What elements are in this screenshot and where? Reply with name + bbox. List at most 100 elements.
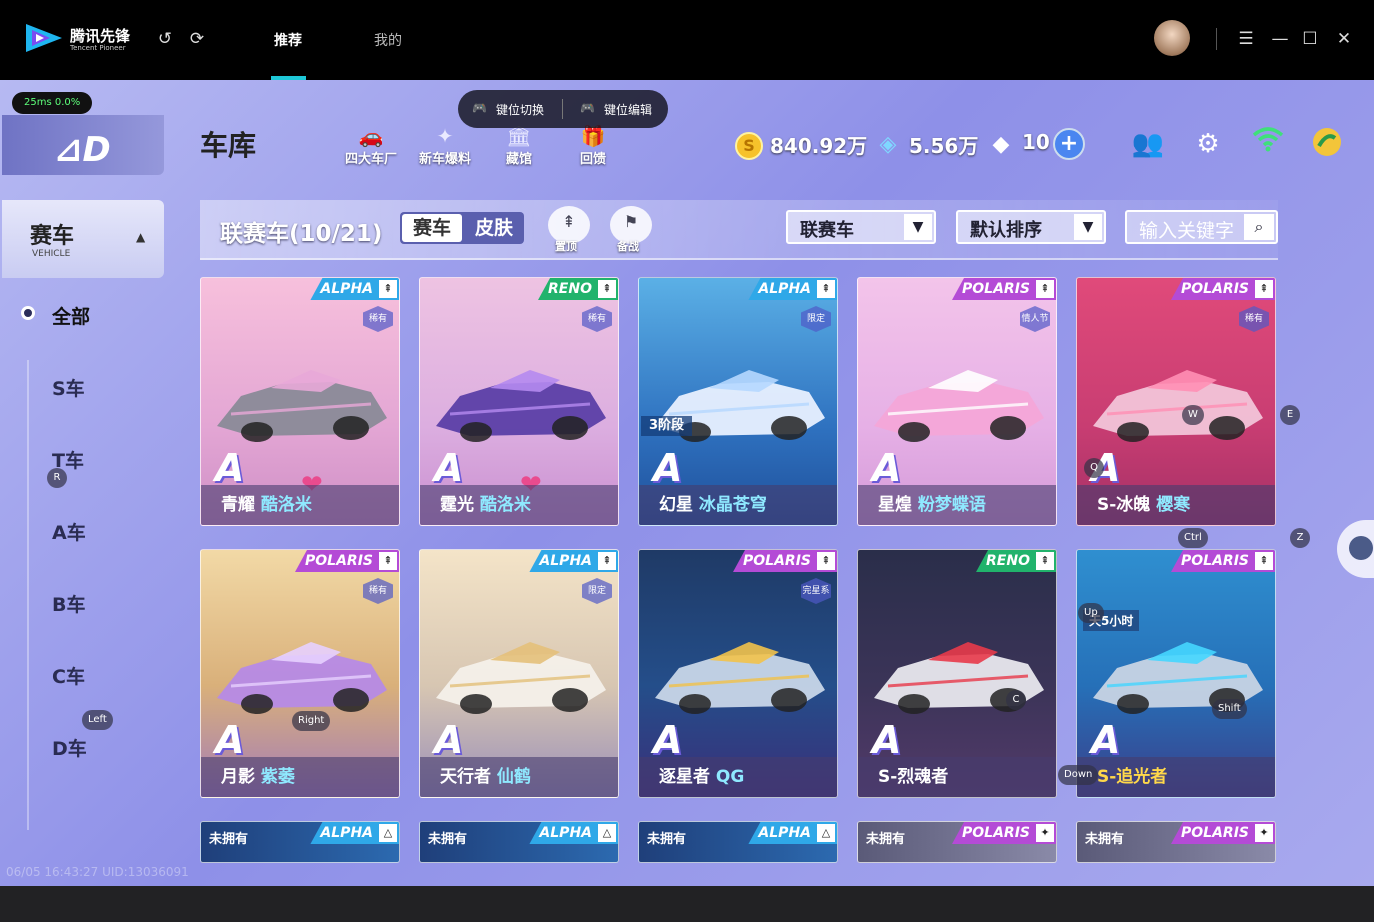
avatar[interactable] — [1154, 20, 1190, 56]
car-image — [436, 642, 606, 714]
sidebar-item-all[interactable]: 全部 — [52, 302, 90, 329]
sidebar-item-d[interactable]: D车 — [52, 734, 87, 761]
car-image — [874, 370, 1044, 442]
car-card[interactable]: POLARIS ⇞ 完星系列 A 逐星者 QG — [638, 549, 838, 798]
car-card[interactable]: ALPHA ⇞ 限定 3阶段 A 幻星 冰晶苍穹 — [638, 277, 838, 526]
pin-icon[interactable]: ⇞ — [379, 280, 397, 298]
divider — [1216, 28, 1217, 50]
car-card[interactable]: RENO⇞稀有A❤霆光 酷洛米 — [419, 277, 619, 526]
pin-icon[interactable]: ⇞ — [598, 552, 616, 570]
category-vehicle[interactable]: 赛车 VEHICLE ▲ — [2, 200, 164, 278]
not-owned-label: 未拥有 — [1085, 832, 1125, 847]
pin-icon[interactable]: ⇞ — [1255, 280, 1273, 298]
car-name-bar: S-追光者 — [1077, 757, 1275, 797]
league-count-title: 联赛车(10/21) — [220, 221, 383, 247]
collapse-arrow-icon[interactable]: ▲ — [136, 230, 145, 244]
key-hint-ctrl: Ctrl — [1178, 528, 1208, 548]
rarity-badge: 限定 — [801, 306, 831, 332]
key-hint-e: E — [1280, 405, 1300, 425]
brand-emblem-icon: △ — [817, 824, 835, 842]
segment-vehicle[interactable]: 赛车 — [402, 214, 462, 242]
car-name-bar: 幻星 冰晶苍穹 — [639, 485, 837, 525]
rank-a-icon: A — [434, 446, 464, 490]
search-icon[interactable]: ⌕ — [1244, 214, 1274, 240]
pin-icon[interactable]: ⇞ — [817, 552, 835, 570]
key-switch-button[interactable]: 键位切换 — [496, 101, 544, 118]
coin-icon: S — [735, 132, 763, 160]
sort-dropdown[interactable]: 默认排序 ▼ — [956, 210, 1106, 244]
pin-icon[interactable]: ⇞ — [1255, 552, 1273, 570]
side-drawer-handle[interactable] — [1337, 520, 1374, 578]
rarity-badge: 稀有 — [582, 306, 612, 332]
car-card[interactable]: POLARIS ⇞ 天5小时 A S-追光者 — [1076, 549, 1276, 798]
key-mapping-bar: 🎮 键位切换 🎮 键位编辑 — [458, 90, 668, 128]
segment-skin[interactable]: 皮肤 — [466, 214, 522, 242]
close-icon[interactable]: ✕ — [1334, 28, 1354, 50]
car-card[interactable]: ALPHA⇞稀有A❤青耀 酷洛米 — [200, 277, 400, 526]
tab-recommend[interactable]: 推荐 — [274, 30, 302, 50]
car-card[interactable]: 未拥有 POLARIS ✦ — [1076, 821, 1276, 863]
sidebar-item-b[interactable]: B车 — [52, 590, 85, 617]
latency-badge: 25ms 0.0% — [12, 92, 93, 114]
nav-new-car[interactable]: ✦ 新车爆料 — [412, 124, 478, 170]
pin-icon[interactable]: ⇞ — [1036, 552, 1054, 570]
add-currency-button[interactable]: + — [1053, 128, 1085, 160]
friends-mail-icon[interactable]: 👥 — [1130, 126, 1166, 162]
refresh-icon[interactable]: ⟳ — [188, 30, 206, 48]
sidebar-item-c[interactable]: C车 — [52, 662, 85, 689]
car-card[interactable]: POLARIS ⇞ 稀有 A S-冰魄 樱寒 — [1076, 277, 1276, 526]
car-name: S-烈魂者 — [878, 767, 949, 787]
rarity-badge: 稀有 — [363, 578, 393, 604]
car-card[interactable]: RENO ⇞ A S-烈魂者 — [857, 549, 1057, 798]
car-card[interactable]: 未拥有 POLARIS ✦ — [857, 821, 1057, 863]
skin-name: 樱寒 — [1156, 495, 1191, 515]
not-owned-label: 未拥有 — [209, 832, 249, 847]
app-subtitle: Tencent Pioneer — [70, 44, 126, 52]
brand-emblem-icon: △ — [379, 824, 397, 842]
filter-bar: 联赛车(10/21) 赛车 皮肤 ⇞ 置顶 ⚑ 备战 联赛车 ▼ 默认排序 ▼ … — [200, 200, 1278, 260]
gamepad-icon: 🎮 — [580, 101, 595, 115]
selected-dot-icon — [21, 306, 35, 320]
nav-museum-label: 藏馆 — [505, 152, 532, 167]
voucher-icon: ◈ — [879, 132, 897, 157]
car-name: S-冰魄 — [1097, 495, 1151, 515]
car-card[interactable]: POLARIS ⇞ 稀有 A 月影 紫萎 — [200, 549, 400, 798]
chevron-down-icon: ▼ — [904, 214, 932, 240]
sidebar-item-s[interactable]: S车 — [52, 374, 85, 401]
hex-icon — [1349, 536, 1373, 560]
key-hint-c: C — [1006, 690, 1026, 710]
car-image — [655, 642, 825, 714]
gear-icon[interactable]: ⚙ — [1190, 126, 1226, 162]
car-card[interactable]: POLARIS ⇞ 情人节 A 星煌 粉梦蝶语 — [857, 277, 1057, 526]
wifi-icon[interactable] — [1250, 126, 1286, 162]
sidebar-item-a[interactable]: A车 — [52, 518, 86, 545]
nav-feedback[interactable]: 🎁 回馈 — [560, 124, 626, 170]
pin-icon[interactable]: ⇞ — [379, 552, 397, 570]
skin-name: 酷洛米 — [260, 495, 312, 515]
menu-icon[interactable]: ☰ — [1236, 28, 1256, 50]
key-hint-up: Up — [1078, 603, 1104, 623]
session-watermark: 06/05 16:43:27 UID:13036091 — [6, 865, 189, 879]
tencent-pioneer-logo — [26, 24, 62, 52]
tab-mine[interactable]: 我的 — [374, 30, 402, 50]
undo-icon[interactable]: ↺ — [156, 30, 174, 48]
nav-museum[interactable]: 🏛 藏馆 — [486, 124, 552, 170]
pin-icon[interactable]: ⇞ — [598, 280, 616, 298]
coin-amount: 840.92万 — [770, 134, 868, 158]
nav-factory[interactable]: 🚗 四大车厂 — [338, 124, 404, 170]
pin-icon[interactable]: ⇞ — [1036, 280, 1054, 298]
key-hint-right: Right — [292, 711, 331, 731]
maximize-icon[interactable]: ☐ — [1300, 28, 1320, 50]
brand-emblem-icon: △ — [598, 824, 616, 842]
minimize-icon[interactable]: — — [1270, 28, 1290, 50]
key-edit-button[interactable]: 键位编辑 — [604, 101, 652, 118]
car-card[interactable]: ALPHA ⇞ 限定 A 天行者 仙鹤 — [419, 549, 619, 798]
car-name: 霆光 — [440, 495, 474, 515]
type-dropdown[interactable]: 联赛车 ▼ — [786, 210, 936, 244]
accelerator-icon[interactable] — [1309, 126, 1345, 162]
car-card[interactable]: 未拥有 ALPHA △ — [200, 821, 400, 863]
car-card[interactable]: 未拥有 ALPHA △ — [638, 821, 838, 863]
search-input[interactable]: 输入关键字 ⌕ — [1125, 210, 1278, 244]
pin-icon[interactable]: ⇞ — [817, 280, 835, 298]
car-card[interactable]: 未拥有 ALPHA △ — [419, 821, 619, 863]
